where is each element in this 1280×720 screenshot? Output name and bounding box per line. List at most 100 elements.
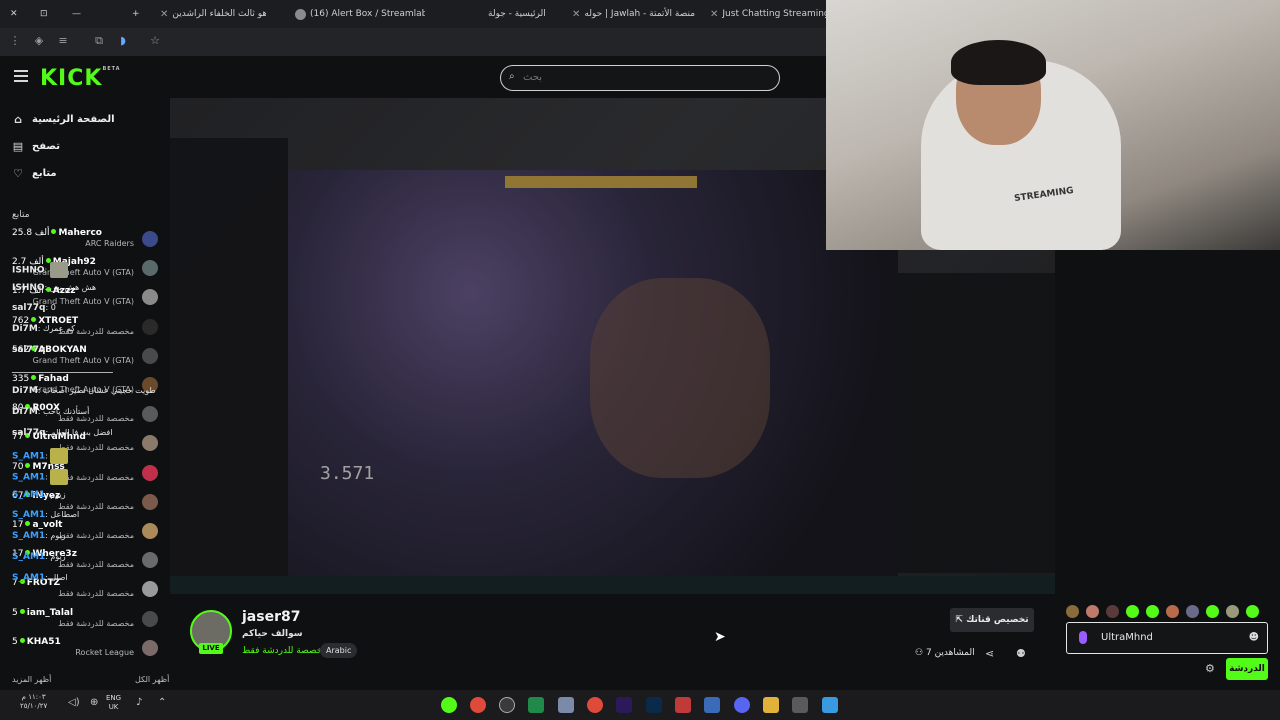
tab-2[interactable]: (16) Alert Box / Streamlab ✕ — [295, 4, 425, 24]
add-friend-icon[interactable]: ⚉ — [1016, 647, 1026, 660]
chat-username[interactable]: S_AM1 — [12, 573, 45, 583]
emote-icon[interactable] — [1206, 605, 1219, 618]
channel-avatar — [142, 435, 158, 452]
emote-icon[interactable] — [1186, 605, 1199, 618]
customize-channel-button[interactable]: ⇱ تخصيص قناتك — [950, 608, 1034, 632]
chat-emote-bar[interactable] — [1066, 603, 1276, 619]
channel-category: مخصصة للدردشة فقط — [58, 618, 134, 628]
taskbar-clock[interactable]: ١١:٠٣ م ٢٥/١٠/٢٧ — [20, 693, 47, 711]
tab-3[interactable]: الرئيسية - جولة — [488, 4, 568, 24]
capcut-icon[interactable] — [675, 697, 691, 713]
tab-close-icon[interactable]: ✕ — [710, 9, 718, 20]
tab-close-icon[interactable]: ✕ — [572, 9, 580, 20]
language-tag[interactable]: Arabic — [320, 643, 358, 658]
tray-chevron-icon[interactable]: ⌃ — [158, 697, 166, 708]
show-more-link[interactable]: أظهر المزيد — [12, 675, 51, 684]
chat-settings-gear-icon[interactable]: ⚙ — [1205, 662, 1215, 675]
chat-username[interactable]: sal77q — [12, 303, 45, 313]
discord-icon[interactable] — [734, 697, 750, 713]
sidebar-channel-iam_talal[interactable]: 5 iam_Talal مخصصة للدردشة فقط — [12, 608, 162, 636]
mic-tray-icon[interactable]: ♪ — [136, 697, 142, 708]
channel-name: Maherco — [58, 228, 102, 238]
whatsapp-icon[interactable] — [528, 697, 544, 713]
mic-icon[interactable] — [1079, 631, 1087, 644]
sidebar-channel-maherco[interactable]: 25.8 ألف Maherco ARC Raiders — [12, 228, 162, 256]
emoji-icon[interactable]: ☻ — [1249, 632, 1259, 643]
chrome-alt-icon[interactable] — [587, 697, 603, 713]
tab-5[interactable]: ✕ Just Chatting Streaming — [706, 4, 826, 24]
kick-app-icon[interactable] — [441, 697, 457, 713]
windows-start-icon[interactable] — [822, 697, 838, 713]
chat-input[interactable]: UltraMhnd ☻ — [1066, 622, 1268, 654]
emote-icon[interactable] — [1166, 605, 1179, 618]
streamer-name[interactable]: jaser87 — [242, 609, 300, 625]
channel-viewers: 5 — [12, 607, 18, 618]
chat-username[interactable]: S_AM1 — [12, 473, 45, 483]
live-dot-icon — [19, 608, 25, 614]
channel-avatar — [142, 493, 158, 510]
sidebar-channel-frotz[interactable]: 7 FROTZ مخصصة للدردشة فقط — [12, 578, 162, 606]
hamburger-menu-icon[interactable] — [14, 70, 28, 85]
chrome-icon[interactable] — [470, 697, 486, 713]
emote-icon[interactable] — [1106, 605, 1119, 618]
emote-icon[interactable] — [1246, 605, 1259, 618]
sidebar-channel-kha51[interactable]: 5 KHA51 Rocket League — [12, 637, 162, 665]
chat-username[interactable]: S_AM1 — [12, 510, 45, 520]
chat-username[interactable]: sal77q — [12, 428, 45, 438]
emote-icon[interactable] — [1146, 605, 1159, 618]
reader-icon[interactable]: ≡ — [56, 34, 70, 48]
audio-icon[interactable]: ◗ — [116, 34, 130, 48]
chat-username[interactable]: Di7M — [12, 324, 38, 334]
photoshop-icon[interactable] — [646, 697, 662, 713]
sidebar-item-following[interactable]: ♡ متابع — [12, 167, 57, 180]
tab-4[interactable]: ✕ حوله | Jawlah - منصة الأتمتة — [568, 4, 698, 24]
chat-username[interactable]: S_AM1 — [12, 452, 45, 462]
chat-username[interactable]: S_AM1 — [12, 552, 45, 562]
tab-close-icon[interactable]: ✕ — [160, 9, 168, 20]
bookmark-star-icon[interactable]: ☆ — [148, 34, 162, 48]
show-all-link[interactable]: أظهر الكل — [135, 675, 169, 684]
chat-username[interactable]: S_AM1 — [12, 490, 45, 500]
menu-dots-icon[interactable]: ⋮ — [8, 34, 22, 48]
extension-icon[interactable]: ◈ — [32, 34, 46, 48]
search-input[interactable] — [523, 72, 763, 83]
emote-icon[interactable] — [1086, 605, 1099, 618]
chat-username[interactable]: S_AM1 — [12, 531, 45, 541]
mail-icon[interactable] — [704, 697, 720, 713]
file-explorer-icon[interactable] — [763, 697, 779, 713]
premiere-icon[interactable] — [616, 697, 632, 713]
chat-send-button[interactable]: الدردشة — [1226, 658, 1268, 680]
chat-username[interactable]: Di7M — [12, 407, 38, 417]
logo-beta: BETA — [102, 66, 121, 72]
chat-username[interactable]: sal77q — [12, 345, 45, 355]
chat-message: ISHNO: — [12, 262, 68, 278]
volume-icon[interactable]: ◁) — [68, 697, 80, 708]
tab-label: Just Chatting Streaming — [722, 9, 826, 19]
following-heading: متابع — [12, 210, 30, 220]
emote-icon[interactable] — [1066, 605, 1079, 618]
language-indicator[interactable]: ENG UK — [106, 694, 121, 712]
tab-overview-icon[interactable]: ⊡ — [40, 4, 48, 24]
screenshot-icon[interactable]: ⧉ — [92, 34, 106, 48]
store-icon[interactable] — [792, 697, 808, 713]
minimize-icon[interactable]: — — [72, 4, 81, 24]
new-tab-button[interactable]: + — [132, 4, 140, 24]
settings-app-icon[interactable] — [558, 697, 574, 713]
share-icon[interactable]: ⋖ — [985, 647, 994, 660]
chat-username[interactable]: ISHNO — [12, 283, 45, 293]
network-icon[interactable]: ⊕ — [90, 697, 98, 708]
chat-message: sal77q: افضل بث فا العالم — [12, 428, 112, 438]
chat-message: sal77q: — [12, 345, 48, 355]
search-bar[interactable]: ⌕ — [500, 65, 780, 91]
obs-icon[interactable] — [499, 697, 515, 713]
kick-logo[interactable]: KICKBETA — [40, 66, 121, 91]
emote-icon[interactable] — [1126, 605, 1139, 618]
close-window-icon[interactable]: ✕ — [10, 4, 18, 24]
stream-category[interactable]: مخصصة للدردشة فقط — [242, 646, 327, 656]
sidebar-item-browse[interactable]: ▤ تصفح — [12, 140, 60, 153]
sidebar-item-home[interactable]: ⌂ الصفحة الرئيسية — [12, 113, 115, 126]
chat-username[interactable]: ISHNO — [12, 266, 45, 276]
tab-1[interactable]: ✕ ما هو ثالث الخلفاء الراشدين — [156, 4, 266, 24]
emote-icon[interactable] — [1226, 605, 1239, 618]
chat-username[interactable]: Di7M — [12, 386, 38, 396]
